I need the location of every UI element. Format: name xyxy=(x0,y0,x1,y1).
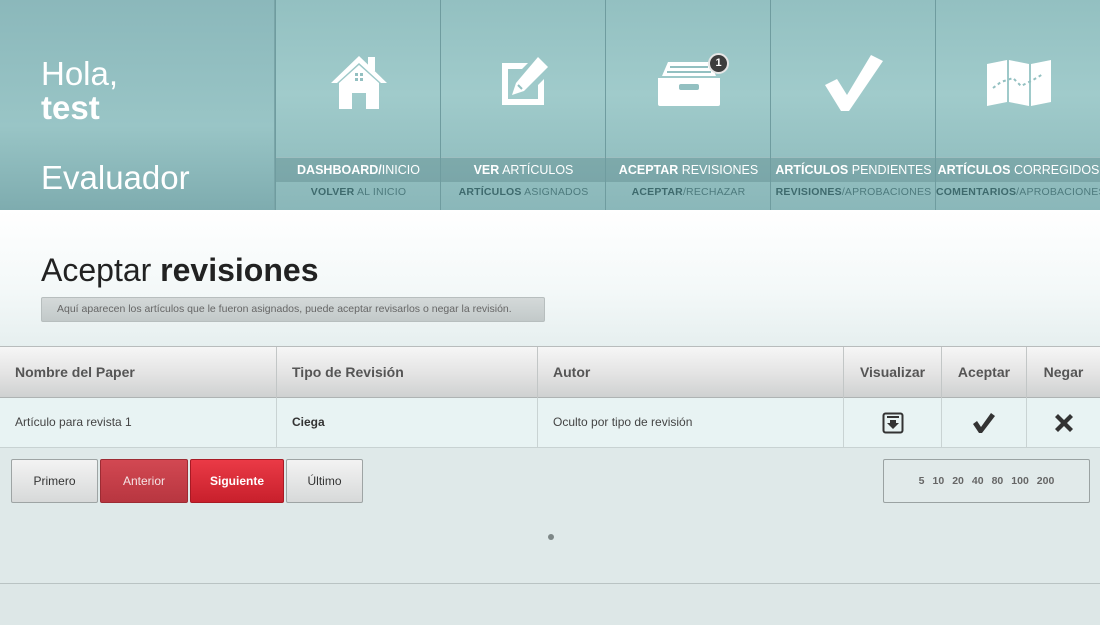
nav-dashboard-subtitle: VOLVER AL INICIO xyxy=(310,186,407,198)
nav-articulos-pendientes[interactable]: ARTÍCULOS PENDIENTES REVISIONES/APROBACI… xyxy=(770,0,936,210)
checkmark-icon xyxy=(824,54,883,111)
loading-dot xyxy=(548,534,554,540)
table-header: Nombre del Paper Tipo de Revisión Autor … xyxy=(0,346,1100,398)
page-size-selector: 5 10 20 40 80 100 200 xyxy=(883,459,1090,503)
column-header-negar: Negar xyxy=(1043,364,1084,380)
edit-icon xyxy=(501,56,548,105)
cell-visualizar xyxy=(844,398,942,447)
nav-ver-articulos-title: VER ARTÍCULOS xyxy=(441,157,606,182)
table-row: Artículo para revista 1 Ciega Oculto por… xyxy=(0,398,1100,448)
nav-dashboard-title: DASHBOARD/INICIO xyxy=(276,157,441,182)
page-size-option[interactable]: 200 xyxy=(1033,475,1059,487)
top-header: Hola, test Evaluador DASHBOARD/INICIO VO… xyxy=(0,0,1100,210)
nav-aceptar-revisiones-title: ACEPTAR REVISIONES xyxy=(606,157,771,182)
page-size-option[interactable]: 5 xyxy=(915,475,929,487)
map-icon xyxy=(986,59,1051,106)
reject-x-icon[interactable] xyxy=(1053,412,1075,434)
home-icon xyxy=(330,55,387,109)
page-size-option[interactable]: 80 xyxy=(988,475,1008,487)
download-view-icon[interactable] xyxy=(882,412,904,434)
cell-paper-name: Artículo para revista 1 xyxy=(0,398,277,447)
user-role: Evaluador xyxy=(41,159,190,196)
page-size-option[interactable]: 40 xyxy=(968,475,988,487)
previous-page-button[interactable]: Anterior xyxy=(100,459,188,503)
nav-articulos-corregidos[interactable]: ARTÍCULOS CORREGIDOS COMENTARIOS/APROBAC… xyxy=(935,0,1100,210)
page-size-option[interactable]: 20 xyxy=(948,475,968,487)
column-header-aceptar: Aceptar xyxy=(942,347,1027,398)
column-header-visualizar: Visualizar xyxy=(844,347,942,398)
last-page-button[interactable]: Último xyxy=(286,459,363,503)
nav-articulos-corregidos-subtitle: COMENTARIOS/APROBACIONES xyxy=(936,186,1100,198)
username: test xyxy=(41,89,100,126)
page-footer xyxy=(0,584,1100,625)
pending-count-badge: 1 xyxy=(708,53,729,74)
page-title: Aceptar revisiones xyxy=(41,252,319,288)
nav-articulos-corregidos-title: ARTÍCULOS CORREGIDOS xyxy=(936,157,1100,182)
cell-aceptar xyxy=(942,398,1027,447)
accept-check-icon[interactable] xyxy=(972,412,996,434)
column-header-tipo[interactable]: Tipo de Revisión xyxy=(277,347,538,398)
nav-articulos-pendientes-subtitle: REVISIONES/APROBACIONES xyxy=(775,186,932,198)
nav-ver-articulos-subtitle: ARTÍCULOS ASIGNADOS xyxy=(458,186,589,198)
cell-review-type: Ciega xyxy=(277,398,538,447)
page-description: Aquí aparecen los artículos que le fuero… xyxy=(41,297,545,322)
page-size-option[interactable]: 100 xyxy=(1007,475,1033,487)
nav-aceptar-revisiones-subtitle: ACEPTAR/RECHAZAR xyxy=(631,186,746,198)
user-greeting-panel: Hola, test Evaluador xyxy=(0,0,275,210)
first-page-button[interactable]: Primero xyxy=(11,459,98,503)
nav-articulos-pendientes-title: ARTÍCULOS PENDIENTES xyxy=(771,157,936,182)
cell-negar xyxy=(1027,398,1100,447)
cell-author: Oculto por tipo de revisión xyxy=(538,398,844,447)
greeting-text: Hola, xyxy=(41,55,119,92)
nav-ver-articulos[interactable]: VER ARTÍCULOS ARTÍCULOS ASIGNADOS xyxy=(440,0,606,210)
nav-dashboard[interactable]: DASHBOARD/INICIO VOLVER AL INICIO xyxy=(275,0,441,210)
column-header-paper[interactable]: Nombre del Paper xyxy=(0,347,277,398)
next-page-button[interactable]: Siguiente xyxy=(190,459,284,503)
column-header-autor[interactable]: Autor xyxy=(538,347,844,398)
nav-aceptar-revisiones[interactable]: ACEPTAR REVISIONES ACEPTAR/RECHAZAR xyxy=(605,0,771,210)
page-size-option[interactable]: 10 xyxy=(929,475,949,487)
